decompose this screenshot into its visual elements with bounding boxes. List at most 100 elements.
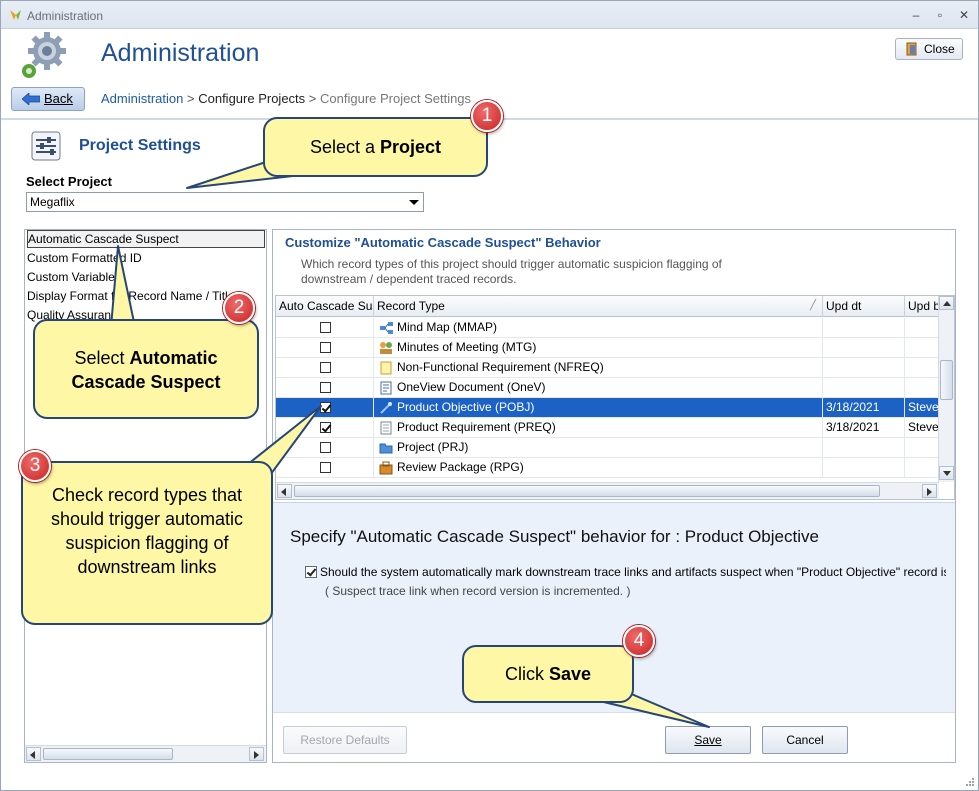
- scroll-up-button[interactable]: [939, 296, 954, 310]
- button-bar: Restore Defaults Save Cancel: [273, 712, 955, 762]
- record-type-label: Review Package (RPG): [397, 460, 524, 474]
- list-item-custom-formatted-id[interactable]: Custom Formatted ID: [27, 249, 265, 267]
- callout-2-text: Select: [74, 348, 130, 368]
- close-button[interactable]: Close: [895, 38, 963, 60]
- document-icon: [380, 381, 392, 395]
- breadcrumb-separator: >: [187, 91, 195, 106]
- table-row[interactable]: Review Package (RPG): [276, 458, 939, 478]
- auto-cascade-checkbox[interactable]: [320, 462, 331, 473]
- callout-4-text: Click: [504, 664, 549, 684]
- objective-icon: [380, 402, 392, 414]
- grid-vertical-scrollbar[interactable]: [938, 296, 954, 482]
- upd-dt-cell: 3/18/2021: [823, 398, 905, 418]
- upd-dt-cell: [823, 358, 905, 378]
- scroll-thumb[interactable]: [43, 748, 173, 760]
- scroll-right-button[interactable]: [249, 747, 264, 761]
- grid-hscroll-thumb[interactable]: [294, 485, 880, 497]
- record-type-label: Product Requirement (PREQ): [397, 420, 556, 434]
- select-project-label: Select Project: [26, 174, 112, 189]
- table-row[interactable]: Non-Functional Requirement (NFREQ): [276, 358, 939, 378]
- upd-by-cell: Steve: [905, 418, 939, 438]
- callout-1-bold: Project: [380, 137, 442, 157]
- spec-title: Specify "Automatic Cascade Suspect" beha…: [290, 527, 819, 546]
- upd-by-cell: Steve: [905, 398, 939, 418]
- grid-header: Auto Cascade Suspect Record Type ╱ Upd d…: [276, 296, 945, 317]
- record-type-cell: Mind Map (MMAP): [374, 318, 823, 338]
- behavior-panel-title: Customize "Automatic Cascade Suspect" Be…: [285, 235, 601, 250]
- restore-defaults-button[interactable]: Restore Defaults: [283, 726, 407, 754]
- table-row[interactable]: OneView Document (OneV): [276, 378, 939, 398]
- resize-grip-icon[interactable]: [964, 776, 974, 786]
- table-row[interactable]: Project (PRJ): [276, 438, 939, 458]
- grid-horizontal-scrollbar[interactable]: [276, 482, 939, 499]
- page-title: Administration: [101, 39, 260, 67]
- back-arrow-icon: [22, 93, 40, 105]
- upd-dt-cell: [823, 378, 905, 398]
- back-button[interactable]: Back: [11, 87, 85, 111]
- back-button-label: Back: [44, 91, 73, 106]
- window-title: Administration: [27, 9, 104, 23]
- project-select[interactable]: Megaflix: [26, 192, 424, 212]
- record-type-grid: Auto Cascade Suspect Record Type ╱ Upd d…: [275, 295, 955, 500]
- scroll-right-button[interactable]: [922, 484, 937, 498]
- column-header-record-type[interactable]: Record Type ╱: [374, 296, 823, 317]
- table-row[interactable]: Minutes of Meeting (MTG): [276, 338, 939, 358]
- chevron-down-icon[interactable]: [409, 200, 419, 205]
- auto-cascade-checkbox[interactable]: [320, 442, 331, 453]
- table-row[interactable]: Mind Map (MMAP): [276, 318, 939, 338]
- auto-cascade-checkbox[interactable]: [320, 402, 331, 413]
- auto-suspect-checkbox[interactable]: [305, 566, 317, 578]
- maximize-icon[interactable]: ▫: [932, 7, 948, 23]
- auto-suspect-checkbox-label[interactable]: Should the system automatically mark dow…: [320, 565, 946, 579]
- scroll-left-button[interactable]: [277, 484, 292, 498]
- meeting-icon: [380, 342, 392, 354]
- callout-3-text: Check record types that should trigger a…: [50, 485, 244, 577]
- auto-cascade-cell: [276, 418, 374, 438]
- package-icon: [379, 461, 393, 475]
- minimize-icon[interactable]: ‒: [908, 7, 924, 23]
- upd-dt-cell: [823, 338, 905, 358]
- callout-check-record-types: Check record types that should trigger a…: [21, 461, 273, 625]
- column-header-auto-cascade[interactable]: Auto Cascade Suspect: [276, 296, 374, 317]
- callout-select-automatic-cascade: Select Automatic Cascade Suspect: [33, 319, 259, 419]
- administration-window: Administration ‒ ▫ ✕ Administration Clos…: [0, 0, 979, 791]
- record-type-cell: Product Objective (POBJ): [374, 398, 823, 418]
- breadcrumb-configure-projects[interactable]: Configure Projects: [198, 91, 305, 106]
- mind-map-icon: [380, 322, 393, 334]
- list-item-custom-variables[interactable]: Custom Variables: [27, 268, 265, 286]
- scroll-left-button[interactable]: [26, 747, 41, 761]
- cancel-button[interactable]: Cancel: [762, 726, 848, 754]
- upd-by-cell: [905, 338, 939, 358]
- auto-cascade-cell: [276, 438, 374, 458]
- record-type-label: OneView Document (OneV): [397, 380, 546, 394]
- grid-scroll-thumb[interactable]: [940, 360, 953, 400]
- upd-by-cell: [905, 438, 939, 458]
- list-item-automatic-cascade-suspect[interactable]: Automatic Cascade Suspect: [27, 230, 265, 248]
- column-header-upd-dt[interactable]: Upd dt: [823, 296, 905, 317]
- auto-cascade-cell: [276, 398, 374, 418]
- upd-dt-cell: 3/18/2021: [823, 418, 905, 438]
- note-icon: [380, 361, 392, 375]
- folder-icon: [379, 443, 393, 454]
- save-button[interactable]: Save: [665, 726, 751, 754]
- project-settings-title: Project Settings: [79, 137, 201, 154]
- scroll-down-button[interactable]: [939, 466, 954, 480]
- auto-cascade-checkbox[interactable]: [320, 362, 331, 373]
- auto-cascade-cell: [276, 378, 374, 398]
- auto-cascade-cell: [276, 458, 374, 478]
- table-row[interactable]: Product Requirement (PREQ) 3/18/2021 Steve: [276, 418, 939, 438]
- close-window-icon[interactable]: ✕: [956, 7, 972, 23]
- auto-cascade-checkbox[interactable]: [320, 342, 331, 353]
- auto-cascade-checkbox[interactable]: [320, 322, 331, 333]
- breadcrumb-administration[interactable]: Administration: [101, 91, 183, 106]
- auto-cascade-checkbox[interactable]: [320, 422, 331, 433]
- auto-cascade-checkbox[interactable]: [320, 382, 331, 393]
- record-type-cell: OneView Document (OneV): [374, 378, 823, 398]
- step-badge-1: 1: [471, 100, 503, 132]
- callout-click-save: Click Save: [462, 645, 634, 703]
- breadcrumb-separator: >: [308, 91, 317, 106]
- save-button-label: Save: [694, 733, 722, 747]
- breadcrumb: Administration > Configure Projects > Co…: [101, 91, 471, 106]
- left-horizontal-scrollbar[interactable]: [25, 745, 266, 762]
- table-row[interactable]: Product Objective (POBJ) 3/18/2021 Steve: [276, 398, 939, 418]
